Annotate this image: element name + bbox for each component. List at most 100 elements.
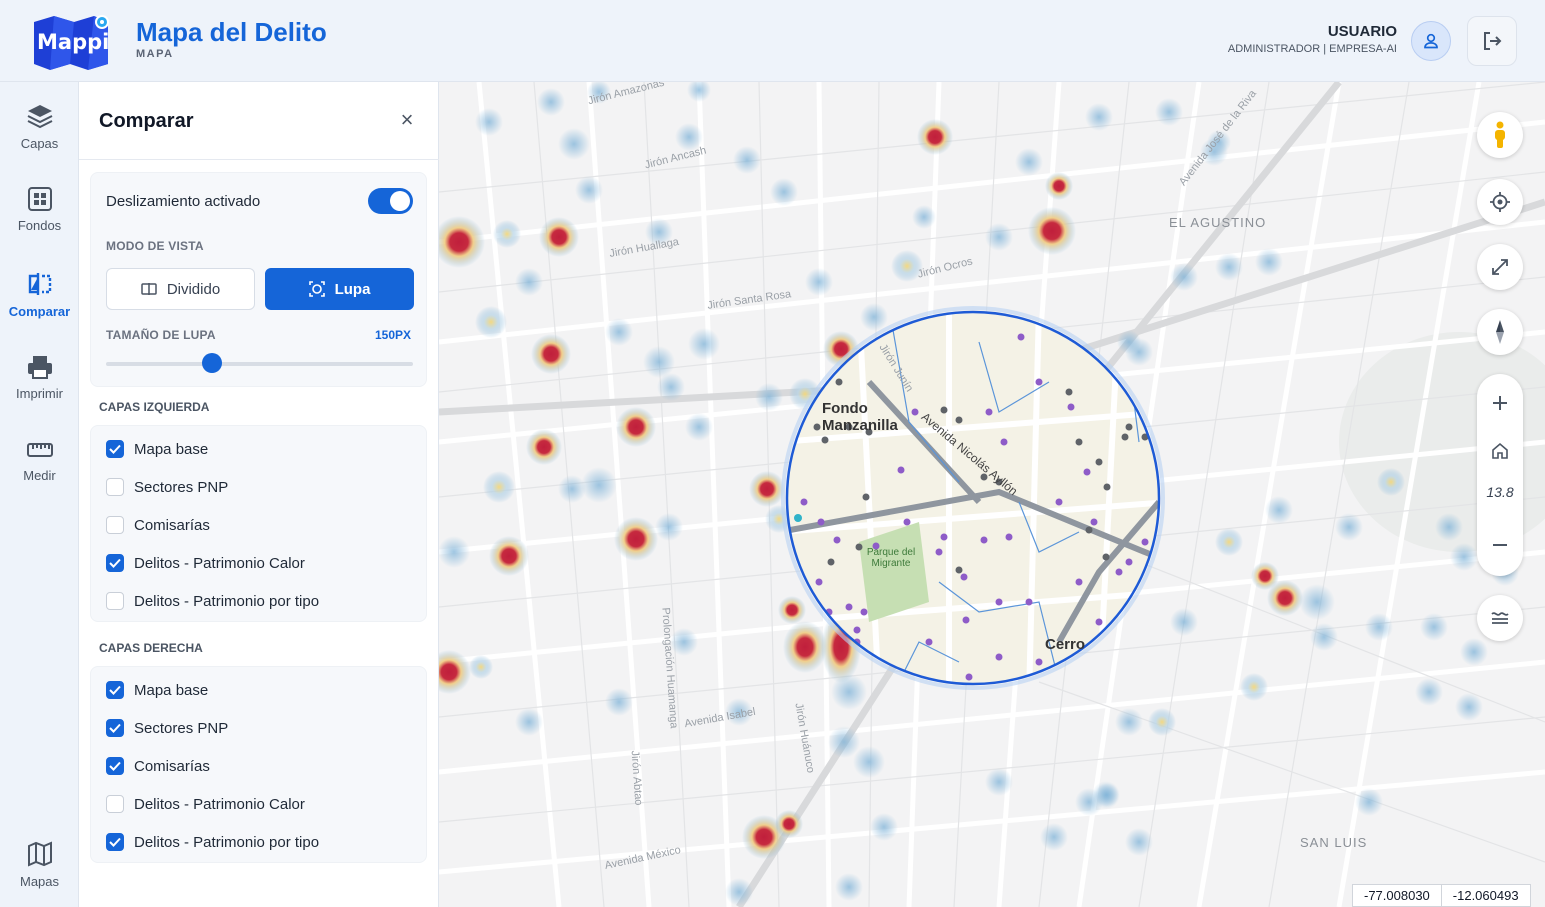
coordinates-readout: -77.008030 -12.060493 — [1352, 884, 1531, 907]
checkbox[interactable] — [106, 795, 124, 813]
rail-label: Medir — [23, 468, 56, 483]
rail-label: Comparar — [8, 304, 71, 319]
app-title: Mapa del Delito — [136, 17, 327, 47]
checkbox[interactable] — [106, 516, 124, 534]
right-layer-delitos-calor[interactable]: Delitos - Patrimonio Calor — [106, 785, 416, 823]
close-icon[interactable]: × — [395, 108, 419, 132]
layer-label: Comisarías — [134, 516, 210, 534]
right-layer-comisarias[interactable]: Comisarías — [106, 747, 416, 785]
left-layer-sectores-pnp[interactable]: Sectores PNP — [106, 468, 416, 506]
lens-size-label: TAMAÑO DE LUPA — [106, 328, 216, 342]
rail-item-capas[interactable]: Capas — [0, 102, 79, 172]
logout-button[interactable] — [1467, 16, 1517, 66]
view-mode-label: MODO DE VISTA — [106, 239, 204, 253]
checkbox[interactable] — [106, 757, 124, 775]
minus-icon — [1493, 544, 1507, 546]
compare-icon — [28, 273, 51, 295]
lens-icon — [308, 281, 325, 297]
right-layer-sectores-pnp[interactable]: Sectores PNP — [106, 709, 416, 747]
checkbox[interactable] — [106, 478, 124, 496]
checkbox[interactable] — [106, 833, 124, 851]
compass-icon — [1496, 320, 1504, 344]
panel-header: Comparar × — [79, 82, 439, 160]
app-header: Mappi Mapa del Delito MAPA USUARIO ADMIN… — [0, 0, 1545, 82]
park-label: Parque del Migrante — [866, 547, 916, 569]
layers-stack-button[interactable] — [1477, 595, 1523, 641]
layer-label: Delitos - Patrimonio Calor — [134, 795, 305, 813]
app-subtitle: MAPA — [136, 48, 174, 60]
lens-size-slider[interactable] — [106, 362, 413, 366]
layer-label: Delitos - Patrimonio por tipo — [134, 833, 320, 851]
left-layers-card: Mapa base Sectores PNP Comisarías Delito… — [90, 425, 427, 622]
check-icon — [109, 444, 121, 454]
checkbox[interactable] — [106, 681, 124, 699]
layer-label: Comisarías — [134, 757, 210, 775]
mode-lens-button[interactable]: Lupa — [265, 268, 414, 310]
svg-text:Mappi: Mappi — [37, 30, 109, 54]
district-label: EL AGUSTINO — [1169, 215, 1267, 230]
mode-split-button[interactable]: Dividido — [106, 268, 255, 310]
checkbox[interactable] — [106, 440, 124, 458]
compass-button[interactable] — [1477, 309, 1523, 355]
rail-label: Imprimir — [16, 386, 63, 401]
right-layer-delitos-tipo[interactable]: Delitos - Patrimonio por tipo — [106, 823, 416, 861]
right-layer-mapa-base[interactable]: Mapa base — [106, 671, 416, 709]
rail-item-comparar[interactable]: Comparar — [0, 270, 79, 340]
layer-label: Delitos - Patrimonio Calor — [134, 554, 305, 572]
zoom-out-button[interactable] — [1477, 530, 1523, 560]
pegman-icon — [1495, 121, 1505, 148]
swipe-toggle-label: Deslizamiento activado — [106, 193, 261, 210]
neighborhood-label: Fondo Manzanilla — [822, 400, 898, 434]
swipe-settings-card: Deslizamiento activado MODO DE VISTA Div… — [90, 172, 427, 387]
zoom-controls: 13.8 — [1477, 374, 1523, 576]
rail-item-fondos[interactable]: Fondos — [0, 186, 79, 256]
latitude: -12.060493 — [1440, 885, 1530, 906]
locate-button[interactable] — [1477, 179, 1523, 225]
checkbox[interactable] — [106, 592, 124, 610]
user-icon — [1424, 33, 1438, 49]
rail-label: Mapas — [19, 874, 60, 889]
stack-icon — [1491, 612, 1509, 624]
district-label: SAN LUIS — [1300, 835, 1368, 850]
lens-size-value: 150PX — [374, 328, 411, 342]
map-base — [439, 82, 1545, 907]
zoom-in-button[interactable] — [1477, 388, 1523, 418]
toggle-knob — [390, 191, 410, 211]
layer-label: Sectores PNP — [134, 478, 229, 496]
rail-item-imprimir[interactable]: Imprimir — [0, 354, 79, 424]
fullscreen-button[interactable] — [1477, 244, 1523, 290]
layer-label: Delitos - Patrimonio por tipo — [134, 592, 320, 610]
rail-item-mapas[interactable]: Mapas — [0, 840, 79, 907]
check-icon — [109, 723, 121, 733]
longitude: -77.008030 — [1364, 888, 1430, 903]
swipe-toggle[interactable] — [368, 188, 413, 214]
zoom-level: 13.8 — [1486, 484, 1514, 500]
mode-split-label: Dividido — [166, 280, 221, 298]
left-layer-mapa-base[interactable]: Mapa base — [106, 430, 416, 468]
check-icon — [109, 837, 121, 847]
printer-icon — [27, 356, 52, 379]
left-layer-delitos-tipo[interactable]: Delitos - Patrimonio por tipo — [106, 582, 416, 620]
layers-icon — [27, 105, 52, 129]
checkbox[interactable] — [106, 554, 124, 572]
map-canvas[interactable]: EL AGUSTINO SAN LUIS Jirón Amazonas Jiró… — [439, 82, 1545, 907]
left-layer-delitos-calor[interactable]: Delitos - Patrimonio Calor — [106, 544, 416, 582]
mode-lens-label: Lupa — [334, 280, 371, 298]
left-layer-comisarias[interactable]: Comisarías — [106, 506, 416, 544]
left-layers-label: CAPAS IZQUIERDA — [99, 400, 210, 414]
layer-label: Sectores PNP — [134, 719, 229, 737]
neighborhood-label: Cerro — [1045, 636, 1086, 653]
mappi-logo[interactable]: Mappi — [30, 12, 114, 70]
lens-size-slider-thumb[interactable] — [202, 353, 222, 373]
check-icon — [109, 558, 121, 568]
check-icon — [109, 685, 121, 695]
user-avatar[interactable] — [1411, 21, 1451, 61]
right-layers-label: CAPAS DERECHA — [99, 641, 203, 655]
street-view-button[interactable] — [1477, 112, 1523, 158]
crosshair-icon — [1490, 192, 1510, 212]
plus-icon — [1493, 396, 1507, 410]
home-button[interactable] — [1477, 436, 1523, 466]
rail-item-medir[interactable]: Medir — [0, 438, 79, 508]
user-name: USUARIO — [1327, 23, 1397, 40]
checkbox[interactable] — [106, 719, 124, 737]
